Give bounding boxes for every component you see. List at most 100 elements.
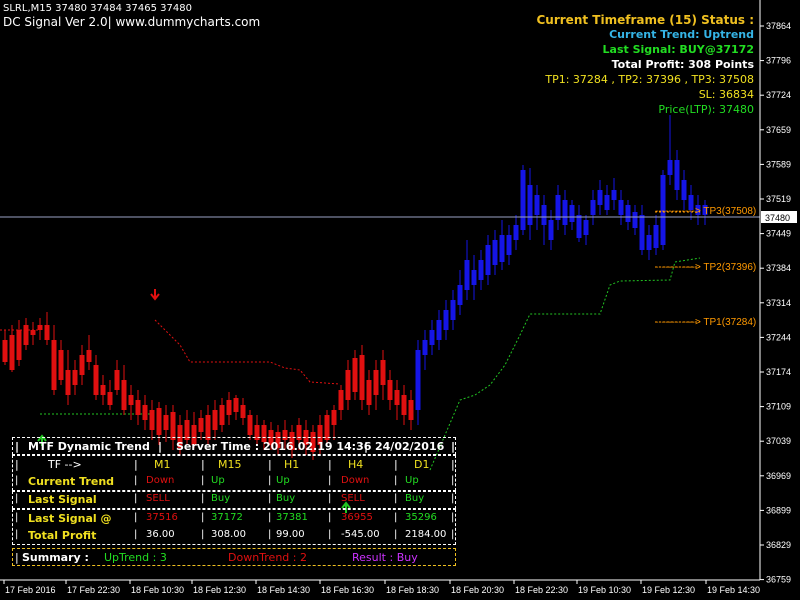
candle-body	[653, 225, 659, 248]
x-tick-label: 18 Feb 10:30	[131, 585, 184, 595]
candle-body	[667, 160, 673, 175]
candle-body	[506, 235, 512, 255]
cell-h1: Up	[276, 475, 290, 486]
price-axis[interactable]: 37864 37796 37724 37659 37589 37519 37449 37384…	[759, 0, 797, 585]
candle-body	[436, 320, 442, 340]
x-tick-label: 19 Feb 12:30	[642, 585, 695, 595]
candle-body	[352, 358, 358, 392]
candle-body	[674, 160, 680, 190]
tf-label: TF -->	[48, 458, 82, 471]
candle-body	[240, 405, 246, 418]
candle-body	[429, 330, 435, 345]
status-title: Current Timeframe (15) Status :	[536, 13, 755, 27]
candle-body	[107, 392, 113, 405]
status-last-signal: Last Signal: BUY@37172	[602, 43, 754, 56]
x-tick-label: 18 Feb 14:30	[257, 585, 310, 595]
candle-body	[625, 205, 631, 222]
tf-m15: M15	[218, 458, 242, 471]
y-tick-label: 37174	[766, 367, 791, 377]
cell-m15: Up	[211, 475, 225, 486]
candle-body	[513, 225, 519, 240]
candle-body	[618, 200, 624, 215]
candle-body	[443, 310, 449, 330]
candle-body	[485, 245, 491, 275]
y-tick-label: 37109	[766, 402, 791, 412]
cell-m1: 37516	[146, 512, 178, 523]
y-tick-label: 37449	[766, 229, 791, 239]
candle-body	[380, 360, 386, 385]
candle-body	[590, 200, 596, 215]
candle-body	[394, 390, 400, 405]
trail-bull-segment	[429, 257, 701, 471]
candle-body	[366, 380, 372, 405]
candle-body	[562, 200, 568, 225]
summary-uptrend: UpTrend : 3	[104, 551, 167, 564]
cell-m15: Buy	[211, 493, 231, 504]
summary-downtrend: DownTrend : 2	[228, 551, 307, 564]
trail-bear-segment	[154, 319, 341, 385]
cell-d1: 2184.00	[405, 529, 447, 540]
candle-body	[226, 400, 232, 415]
candle-body	[16, 330, 22, 360]
candle-body	[520, 170, 526, 230]
candle-body	[359, 355, 365, 400]
candle-body	[23, 325, 29, 345]
candle-body	[58, 350, 64, 380]
y-tick-label: 37519	[766, 194, 791, 204]
y-tick-label: 37659	[766, 125, 791, 135]
candle-body	[212, 410, 218, 430]
candlesticks	[2, 115, 708, 460]
candle-body	[541, 205, 547, 225]
candle-body	[576, 215, 582, 238]
candle-body	[345, 370, 351, 400]
candle-body	[478, 260, 484, 280]
cell-m15: 308.00	[211, 529, 246, 540]
candle-body	[604, 195, 610, 210]
x-tick-label: 17 Feb 2016	[5, 585, 56, 595]
candle-body	[142, 405, 148, 420]
panel-title: MTF Dynamic Trend	[28, 440, 150, 453]
candle-body	[37, 325, 43, 330]
candle-body	[9, 335, 15, 370]
row-label: Current Trend	[28, 475, 115, 488]
tp3-label: ------------> TP3(37508)	[655, 206, 756, 217]
summary-result: Result : Buy	[352, 551, 418, 564]
y-tick-label: 37384	[766, 263, 791, 273]
sell-arrow-icon	[150, 289, 160, 301]
candle-body	[135, 400, 141, 415]
x-tick-label: 18 Feb 16:30	[321, 585, 374, 595]
cell-h4: -545.00	[341, 529, 380, 540]
candle-body	[401, 395, 407, 415]
cell-h4: Down	[341, 475, 370, 486]
cell-m15: 37172	[211, 512, 243, 523]
candle-body	[170, 412, 176, 440]
y-tick-label: 37864	[766, 21, 791, 31]
candle-body	[121, 380, 127, 410]
time-axis[interactable]: 17 Feb 2016 17 Feb 22:30 18 Feb 10:30 18 Fe…	[0, 579, 760, 595]
cell-d1: Buy	[405, 493, 425, 504]
x-tick-label: 19 Feb 14:30	[707, 585, 760, 595]
tp-levels: ------------> TP3(37508) ------------> T…	[655, 206, 756, 328]
x-tick-label: 18 Feb 12:30	[193, 585, 246, 595]
candle-body	[471, 270, 477, 285]
candle-body	[156, 408, 162, 435]
tf-h1: H1	[284, 458, 300, 471]
candle-body	[30, 330, 36, 335]
current-price-value: 37480	[765, 213, 790, 223]
candle-body	[408, 400, 414, 420]
cell-m1: SELL	[146, 493, 170, 504]
summary-label: Summary :	[22, 551, 89, 564]
y-tick-label: 37314	[766, 298, 791, 308]
cell-m1: Down	[146, 475, 175, 486]
cell-h1: 99.00	[276, 529, 305, 540]
cell-m1: 36.00	[146, 529, 175, 540]
candle-body	[247, 415, 253, 435]
candle-body	[464, 260, 470, 290]
candle-body	[198, 418, 204, 432]
row-label: Last Signal	[28, 493, 97, 506]
tf-m1: M1	[154, 458, 171, 471]
candle-body	[51, 340, 57, 390]
candle-body	[611, 190, 617, 200]
candle-body	[555, 195, 561, 220]
y-tick-label: 37724	[766, 90, 791, 100]
